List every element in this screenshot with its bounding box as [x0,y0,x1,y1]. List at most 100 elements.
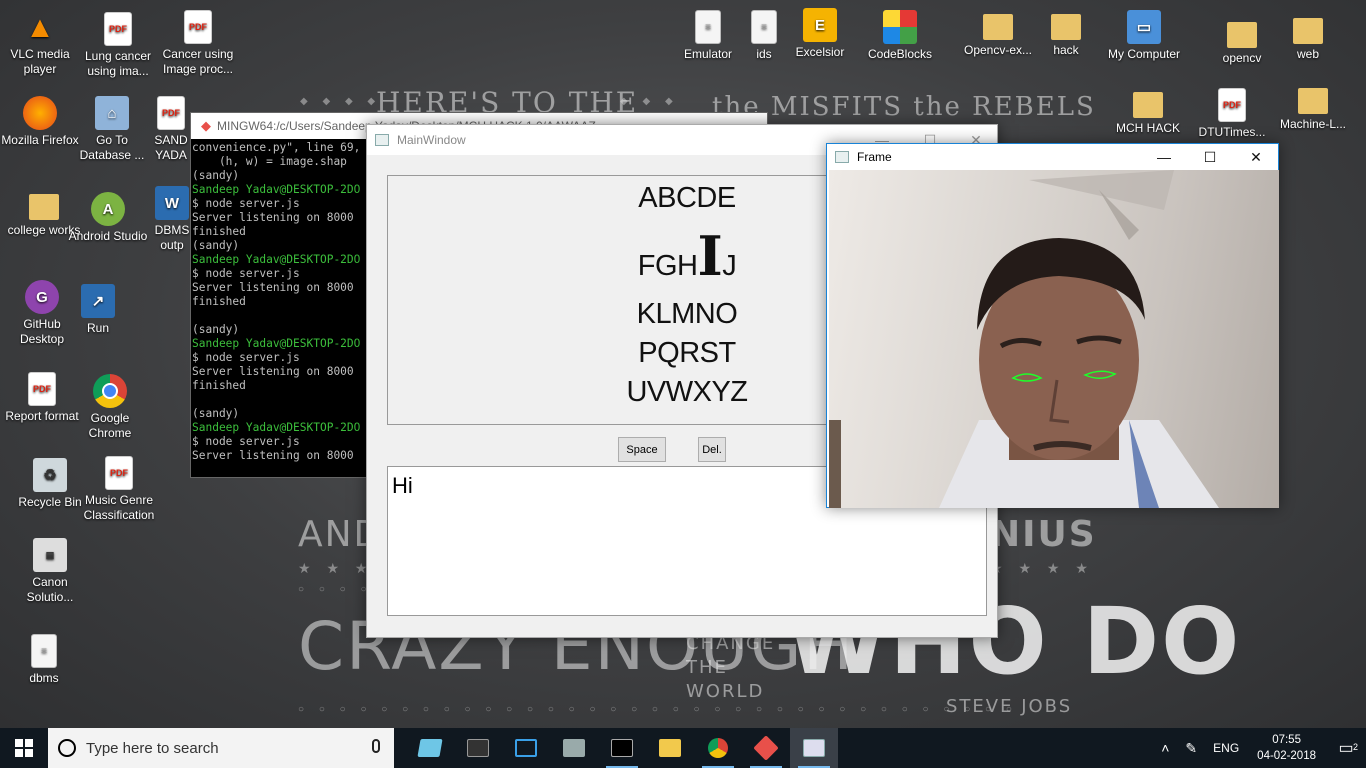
webcam-feed [829,170,1279,508]
recycle-bin-icon: ♻ [33,458,67,492]
taskbar-search[interactable]: Type here to search [48,728,394,768]
taskbar-app-file-explorer[interactable] [646,728,694,768]
desktop-icon-label: hack [1053,43,1079,57]
excelsior-icon: E [803,8,837,42]
clock-time: 07:55 [1272,734,1301,746]
taskbar-app-chrome[interactable] [694,728,742,768]
close-icon[interactable]: ✕ [1233,144,1279,170]
database-icon: ⌂ [95,96,129,130]
cortana-icon [58,739,76,757]
windows-icon [15,739,33,757]
desktop-icon-label: Music Genre Classification [83,493,155,522]
pdf-icon: PDF [28,372,56,406]
desktop-icon-dbms[interactable]: ≡ dbms [4,634,84,686]
run-icon: ↗ [81,284,115,318]
letter-row-text: FGH [637,250,698,282]
folder-icon [29,194,59,220]
task-view-icon [515,739,537,757]
taskbar-app-cmd[interactable] [598,728,646,768]
desktop-icon-label: VLC media player [10,47,70,76]
vlc-icon: ▲ [25,10,55,44]
desktop-icon-label: Cancer using Image proc... [162,47,234,76]
desktop-icon-chrome[interactable]: Google Chrome [70,374,150,441]
desktop-icon-excelsior[interactable]: E Excelsior [780,8,860,60]
letter-row-text: J [722,250,737,282]
desktop-icon-web[interactable]: web [1268,14,1348,62]
desktop-icon-label: DBMS outp [154,223,190,252]
notification-icon: ▭ [1338,740,1354,757]
chevron-up-icon[interactable]: ˄ [1153,740,1177,756]
taskbar-app-git[interactable] [742,728,790,768]
folder-icon [1133,92,1163,118]
notification-count: 2 [1352,742,1358,752]
desktop-icon-canon[interactable]: ▤ Canon Solutio... [10,538,90,605]
desktop-icon-mch-hack[interactable]: MCH HACK [1108,88,1188,136]
taskbar-app-task-view[interactable] [502,728,550,768]
taskbar-app-python-window[interactable] [790,728,838,768]
webcam-image [829,170,1219,508]
desktop-icon-codeblocks[interactable]: CodeBlocks [860,10,940,62]
desktop-icon-cancer-image[interactable]: PDF Cancer using Image proc... [158,10,238,77]
maximize-icon[interactable]: ☐ [1187,144,1233,170]
clock-date: 04-02-2018 [1257,750,1316,762]
desktop-icon-label: web [1296,47,1319,61]
desktop-icon-my-computer[interactable]: ▭ My Computer [1104,10,1184,62]
folder-icon [1051,14,1081,40]
space-button[interactable]: Space [618,437,666,462]
firefox-icon [23,96,57,130]
action-center-button[interactable]: ▭ 2 [1326,728,1366,768]
frame-window[interactable]: Frame — ☐ ✕ [826,143,1279,508]
folder-icon [983,14,1013,40]
document-icon: ≡ [751,10,777,44]
taskbar-app-terminal[interactable] [454,728,502,768]
folder-icon [659,739,681,757]
desktop-icon-run[interactable]: ↗ Run [58,284,138,336]
desktop-icon-machine-learning[interactable]: Machine-L... [1268,84,1358,132]
word-icon: W [155,186,189,220]
wallpaper-text: CHANGE THE WORLD [686,633,776,702]
desktop-icon-label: Android Studio [68,229,148,243]
pdf-icon: PDF [184,10,212,44]
desktop-icon-vlc[interactable]: ▲ VLC media player [0,10,80,77]
desktop-icon-music-genre[interactable]: PDF Music Genre Classification [76,456,162,523]
delete-button[interactable]: Del. [698,437,726,462]
highlighted-letter: I [697,224,723,288]
desktop-icon-hack[interactable]: hack [1026,10,1106,58]
git-icon: ◆ [201,118,211,133]
desktop-icon-lung-cancer[interactable]: PDF Lung cancer using ima... [78,12,158,79]
cmd-icon [611,739,633,757]
desktop-icon-label: Canon Solutio... [26,575,74,604]
desktop-icon-label: Google Chrome [88,411,132,440]
system-tray: ˄ ✎ ENG 07:55 04-02-2018 ▭ 2 [1153,728,1366,768]
language-indicator[interactable]: ENG [1205,741,1247,755]
chalk-dots: ★ ★ ★ ★ [990,560,1094,576]
desktop-icon [417,739,443,757]
letter-row-text: PQRST [638,337,736,369]
folder-icon [1227,22,1257,48]
terminal-icon [467,739,489,757]
start-button[interactable] [0,728,48,768]
desktop-icon-label: Opencv-ex... [963,43,1033,57]
pdf-icon: PDF [104,12,132,46]
pdf-icon: PDF [1218,88,1246,122]
taskbar-app-desktop[interactable] [406,728,454,768]
desktop-icon-dbms-output[interactable]: W DBMS outp [150,186,194,253]
pen-icon[interactable]: ✎ [1177,740,1205,757]
desktop-icon-label: Excelsior [795,45,845,59]
minimize-icon[interactable]: — [1141,144,1187,170]
microphone-icon[interactable] [372,739,380,753]
chalk-dots: ◆ ◆ ◆ [620,96,679,107]
desktop-icon-label: Recycle Bin [18,495,82,509]
desktop-icon-android-studio[interactable]: A Android Studio [68,192,148,244]
document-icon: ≡ [31,634,57,668]
canon-icon: ▤ [33,538,67,572]
chrome-icon [93,374,127,408]
desktop-icon-firefox[interactable]: Mozilla Firefox [0,96,80,148]
desktop-icon-database[interactable]: ⌂ Go To Database ... [72,96,152,163]
taskbar-app-network[interactable] [550,728,598,768]
desktop-icon-dtutimes[interactable]: PDF DTUTimes... [1192,88,1272,140]
chalk-dots: ○ ○ ○ ○ ○ ○ ○ ○ ○ ○ ○ ○ ○ ○ ○ ○ ○ ○ ○ ○ … [298,704,1018,715]
desktop-icon-label: Lung cancer using ima... [84,49,152,78]
desktop-icon-sand-yada[interactable]: PDF SAND YADA [146,96,196,163]
clock[interactable]: 07:55 04-02-2018 [1247,732,1326,764]
